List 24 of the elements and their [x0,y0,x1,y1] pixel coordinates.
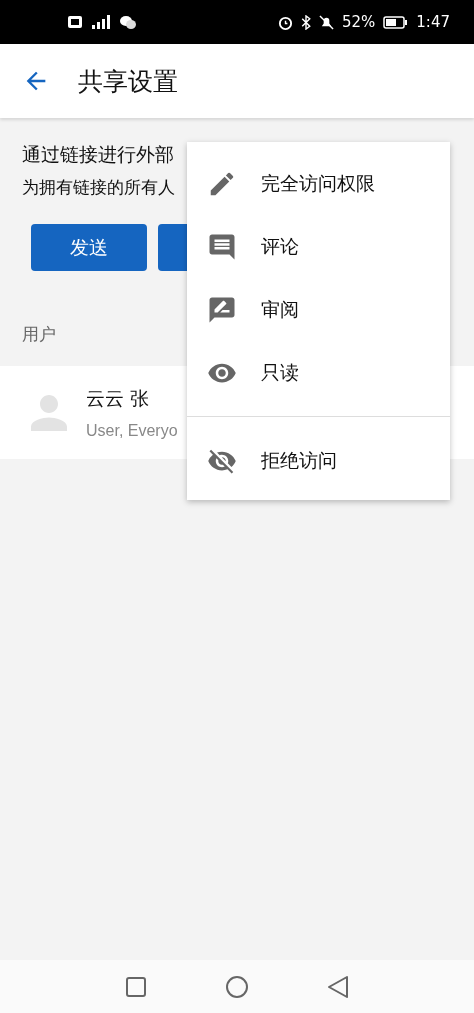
page-title: 共享设置 [78,65,178,98]
battery-percentage: 52% [341,13,376,31]
menu-item[interactable]: 完全访问权限 [187,152,450,215]
menu-item[interactable]: 只读 [187,341,450,404]
hd-icon [68,16,82,28]
signal-icon [90,15,112,29]
menu-item[interactable]: 评论 [187,215,450,278]
bluetooth-icon [300,14,311,30]
menu-item[interactable]: 审阅 [187,278,450,341]
home-button[interactable] [225,974,249,999]
chat-icon [120,15,136,29]
battery-icon [383,15,409,29]
user-role: User, Everyo [86,421,178,440]
users-label: 用户 [22,323,56,346]
menu-item[interactable]: 拒绝访问 [187,429,450,492]
mute-icon [318,14,334,30]
section-description: 为拥有链接的所有人 [22,176,175,199]
clock: 1:47 [416,13,450,31]
send-button[interactable]: 发送 [31,224,147,271]
section-title: 通过链接进行外部 [22,142,174,167]
alarm-icon [277,14,293,30]
back-nav-button[interactable] [327,974,349,999]
recents-button[interactable] [125,975,147,998]
user-name: 云云 张 [86,385,151,411]
